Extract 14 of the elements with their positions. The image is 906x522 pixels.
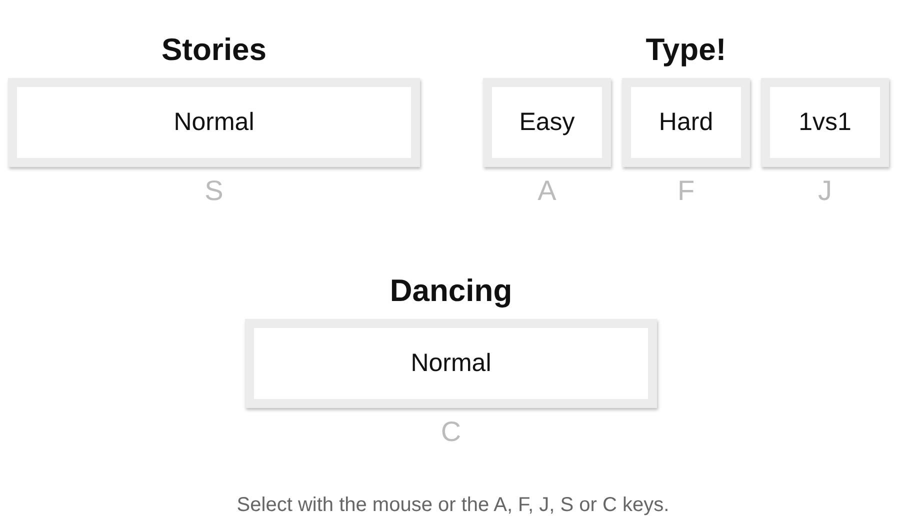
key-hint: F <box>677 174 695 208</box>
key-hint: C <box>440 415 462 449</box>
key-hint: J <box>818 174 832 208</box>
mode-button[interactable]: Normal <box>8 78 420 167</box>
mode-button[interactable]: 1vs1 <box>761 78 889 167</box>
mode-button[interactable]: Hard <box>622 78 750 167</box>
instructions-text: Select with the mouse or the A, F, J, S or C keys. <box>236 493 670 518</box>
key-hint: A <box>538 174 556 208</box>
section-title: Dancing <box>390 272 512 310</box>
key-hint: S <box>204 174 224 208</box>
section-title: Stories <box>161 31 267 69</box>
mode-button[interactable]: Easy <box>483 78 611 167</box>
mode-button[interactable]: Normal <box>245 319 657 408</box>
section-title: Type! <box>646 31 726 69</box>
